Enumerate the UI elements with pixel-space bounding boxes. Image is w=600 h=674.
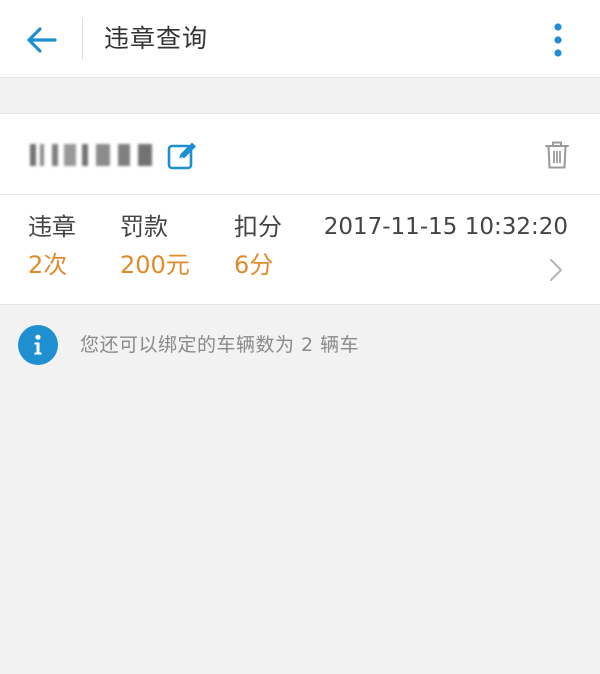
app-bar: 违章查询 (0, 0, 600, 78)
points-stat: 扣分 6分 (234, 212, 282, 280)
more-vertical-icon (554, 23, 562, 57)
appbar-divider (82, 18, 83, 60)
trash-icon (545, 141, 569, 169)
notice-text: 您还可以绑定的车辆数为 2 辆车 (80, 334, 360, 356)
fine-value: 200元 (120, 251, 190, 279)
violations-label: 违章 (28, 213, 76, 241)
violations-stat: 违章 2次 (28, 212, 76, 280)
binding-notice: 您还可以绑定的车辆数为 2 辆车 (18, 325, 359, 365)
points-label: 扣分 (234, 213, 282, 241)
plate-number: ██████ (30, 144, 152, 166)
violations-value: 2次 (28, 251, 68, 279)
fine-label: 罚款 (120, 213, 168, 241)
violation-summary-row[interactable]: 违章 2次 罚款 200元 扣分 6分 2017-11-15 10:32:20 (0, 195, 600, 305)
arrow-left-icon (27, 27, 57, 53)
more-options-button[interactable] (536, 18, 580, 62)
edit-plate-button[interactable] (166, 138, 200, 172)
vehicle-row: ██████ (0, 113, 600, 195)
back-button[interactable] (20, 18, 64, 62)
info-icon (18, 325, 58, 365)
points-value: 6分 (234, 251, 274, 279)
query-timestamp: 2017-11-15 10:32:20 (323, 214, 568, 240)
edit-icon (167, 142, 196, 170)
delete-vehicle-button[interactable] (540, 138, 574, 172)
fine-stat: 罚款 200元 (120, 212, 190, 280)
chevron-right-icon (546, 255, 566, 285)
page-title: 违章查询 (104, 24, 209, 53)
